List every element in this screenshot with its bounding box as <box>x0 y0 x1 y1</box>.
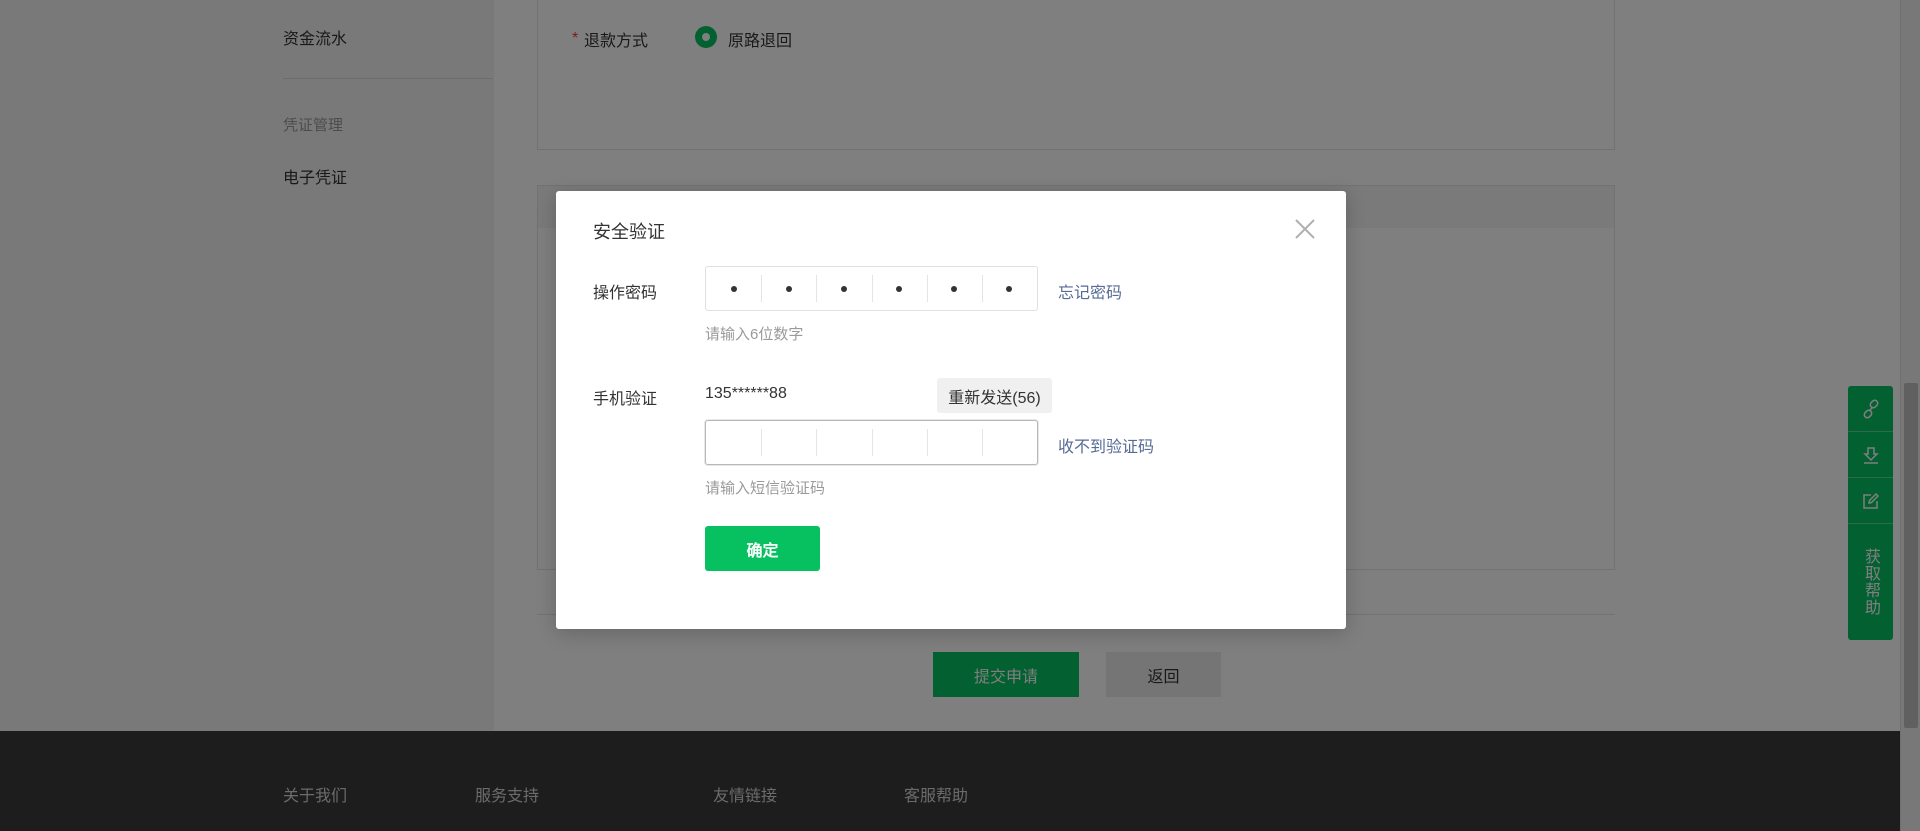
no-code-link[interactable]: 收不到验证码 <box>1058 433 1154 457</box>
masked-digit-dot <box>730 285 737 292</box>
masked-digit-dot <box>840 285 847 292</box>
page: 资金流水 凭证管理 电子凭证 * 退款方式 原路退回 提交申请 返回 关于我们 … <box>0 0 1920 831</box>
sms-label: 手机验证 <box>593 391 658 408</box>
password-input[interactable] <box>705 266 1038 311</box>
sms-hint: 请输入短信验证码 <box>705 480 826 497</box>
masked-digit-dot <box>951 285 958 292</box>
password-cell[interactable] <box>871 267 927 310</box>
masked-digit-dot <box>896 285 903 292</box>
sms-code-cell[interactable] <box>816 421 871 464</box>
resend-button[interactable]: 重新发送(56) <box>937 378 1052 413</box>
sms-code-cell[interactable] <box>871 421 927 464</box>
password-label: 操作密码 <box>593 285 658 302</box>
password-hint: 请输入6位数字 <box>705 326 804 343</box>
phone-number: 135******88 <box>705 385 787 402</box>
password-cell[interactable] <box>706 267 761 310</box>
password-cell[interactable] <box>816 267 871 310</box>
sms-code-input[interactable] <box>705 420 1038 465</box>
forgot-password-link[interactable]: 忘记密码 <box>1058 279 1122 303</box>
confirm-button[interactable]: 确定 <box>705 526 820 571</box>
sms-code-cell[interactable] <box>706 421 761 464</box>
sms-code-cell[interactable] <box>761 421 816 464</box>
password-cell[interactable] <box>981 267 1037 310</box>
sms-code-cell[interactable] <box>926 421 982 464</box>
masked-digit-dot <box>785 285 792 292</box>
password-cell[interactable] <box>761 267 816 310</box>
sms-code-cell[interactable] <box>981 421 1037 464</box>
close-icon[interactable] <box>1292 216 1318 242</box>
security-verification-dialog: 安全验证 操作密码 忘记密码 请输入6位数字 手机验证 135******88 … <box>556 191 1346 629</box>
password-cell[interactable] <box>926 267 982 310</box>
masked-digit-dot <box>1006 285 1013 292</box>
dialog-title: 安全验证 <box>593 222 665 242</box>
